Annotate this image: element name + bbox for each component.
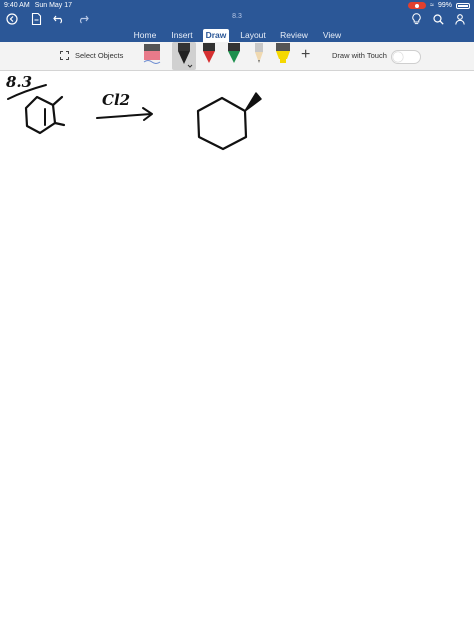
status-left: 9:40 AM Sun May 17 — [4, 0, 72, 11]
draw-with-touch-label: Draw with Touch — [332, 51, 387, 60]
share-icon[interactable] — [452, 11, 468, 27]
highlighter-icon — [276, 43, 290, 63]
pen-icon — [228, 43, 240, 63]
screen-recording-icon — [408, 2, 427, 9]
ink-ring-substituent — [51, 95, 64, 107]
battery-icon — [456, 2, 470, 9]
eraser-tool[interactable] — [141, 42, 163, 70]
draw-ribbon: Select Objects + Draw with Touch — [0, 42, 474, 71]
tab-home[interactable]: Home — [129, 29, 161, 42]
word-app: 9:40 AM Sun May 17 ≈ 99% 8.3 Home Insert… — [0, 0, 474, 632]
status-time: 9:40 AM — [4, 2, 30, 9]
ink-wedge-bond — [244, 92, 262, 112]
ink-problem-label: 8.3 — [6, 73, 32, 91]
toggle-knob — [393, 52, 403, 62]
select-objects-label: Select Objects — [75, 51, 124, 60]
ink-reagent: Cl2 — [102, 91, 130, 109]
ink-product-ring — [196, 96, 248, 151]
tab-layout[interactable]: Layout — [236, 29, 270, 42]
pencil-tool[interactable] — [248, 42, 270, 70]
select-objects-button[interactable]: Select Objects — [60, 51, 123, 60]
search-icon[interactable] — [430, 11, 446, 27]
eraser-icon — [143, 44, 161, 64]
tab-insert[interactable]: Insert — [166, 29, 198, 42]
green-pen-tool[interactable] — [223, 42, 245, 70]
add-pen-button[interactable]: + — [301, 46, 310, 64]
draw-with-touch-toggle[interactable] — [391, 50, 421, 64]
status-bar: 9:40 AM Sun May 17 ≈ 99% — [0, 0, 474, 11]
black-pen-tool[interactable] — [172, 42, 196, 70]
highlighter-tool[interactable] — [272, 42, 294, 70]
ribbon-tabs: Home Insert Draw Layout Review View — [0, 29, 474, 42]
pen-icon — [203, 43, 215, 63]
pen-icon — [178, 43, 193, 68]
lasso-select-icon — [60, 51, 69, 60]
ink-layer: 8.3 1 Cl2 — [6, 73, 262, 151]
ink-cyclohexene-ring — [24, 95, 57, 135]
ink-reaction-arrow — [96, 113, 152, 119]
status-right: ≈ 99% — [408, 0, 470, 11]
tab-review[interactable]: Review — [276, 29, 312, 42]
pencil-icon — [255, 43, 263, 63]
document-toolbar: 8.3 — [0, 11, 474, 27]
lightbulb-icon[interactable] — [408, 11, 424, 27]
document-canvas[interactable]: 8.3 1 Cl2 — [0, 71, 474, 632]
battery-percent: 99% — [437, 2, 452, 9]
ink-ring-tail — [53, 121, 66, 127]
status-date: Sun May 17 — [34, 2, 73, 9]
wifi-icon: ≈ — [430, 2, 434, 9]
tab-view[interactable]: View — [318, 29, 346, 42]
tab-draw[interactable]: Draw — [203, 29, 229, 42]
title-bar: 9:40 AM Sun May 17 ≈ 99% 8.3 Home Insert… — [0, 0, 474, 42]
document-title: 8.3 — [232, 13, 242, 20]
red-pen-tool[interactable] — [198, 42, 220, 70]
